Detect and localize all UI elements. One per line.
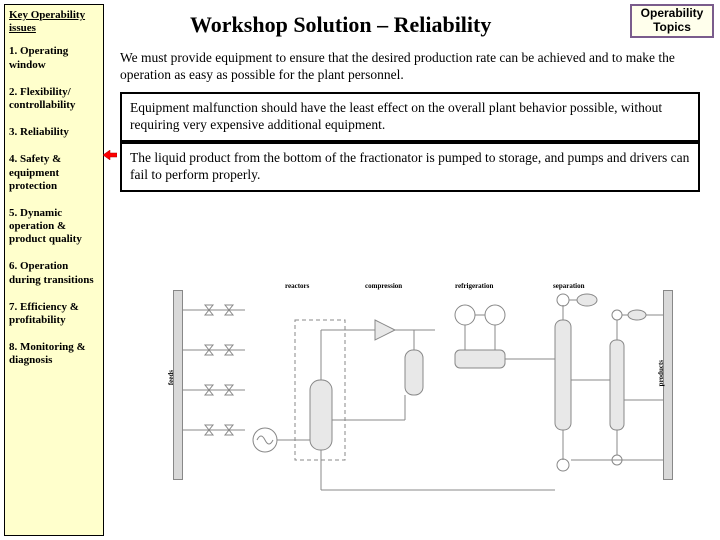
pfd-schematic-icon (155, 260, 695, 530)
process-diagram: feeds products reactors compression refr… (155, 260, 695, 530)
sidebar-item-5[interactable]: 5. Dynamic operation & product quality (9, 207, 99, 247)
sidebar-item-3[interactable]: 3. Reliability (9, 126, 99, 139)
sidebar-item-8[interactable]: 8. Monitoring & diagnosis (9, 341, 99, 367)
content-box-2: The liquid product from the bottom of th… (120, 142, 700, 192)
sidebar-item-1[interactable]: 1. Operating window (9, 45, 99, 71)
sidebar-item-2[interactable]: 2. Flexibility/ controllability (9, 86, 99, 112)
sidebar-item-7[interactable]: 7. Efficiency & profitability (9, 301, 99, 327)
sidebar-item-6[interactable]: 6. Operation during transitions (9, 260, 99, 286)
intro-text: We must provide equipment to ensure that… (120, 50, 700, 84)
sidebar: Key Operability issues 1. Operating wind… (4, 4, 104, 536)
sidebar-title: Key Operability issues (9, 9, 99, 35)
content-box-1: Equipment malfunction should have the le… (120, 92, 700, 142)
arrow-indicator-icon (103, 150, 117, 160)
page-title: Workshop Solution – Reliability (190, 12, 491, 38)
sidebar-item-4[interactable]: 4. Safety & equipment protection (9, 153, 99, 193)
operability-topics-button[interactable]: Operability Topics (630, 4, 714, 38)
